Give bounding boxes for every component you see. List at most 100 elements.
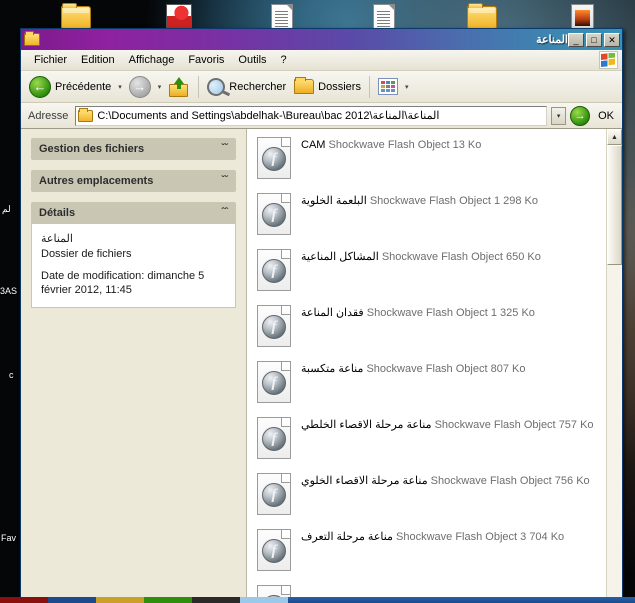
- close-button[interactable]: ✕: [604, 32, 620, 47]
- list-item[interactable]: f مناعة متكسبة Shockwave Flash Object 80…: [255, 359, 606, 415]
- toolbar-separator-2: [368, 75, 370, 98]
- flash-file-icon: f: [257, 305, 291, 347]
- list-item[interactable]: f البلعمة الخلوية Shockwave Flash Object…: [255, 191, 606, 247]
- address-dropdown-button[interactable]: ▾: [551, 106, 567, 125]
- menu-item-favoris[interactable]: Favoris: [181, 52, 231, 68]
- file-type: Shockwave Flash Object: [328, 139, 450, 151]
- task-pane-sidebar: Gestion des fichiers ˇˇ Autres emplaceme…: [21, 129, 246, 597]
- flash-logo-glyph: f: [262, 203, 286, 227]
- desktop-edge-label-2: 3AS: [0, 286, 18, 296]
- file-size: 13 Ko: [452, 139, 482, 151]
- desktop-edge-label-1: لم: [2, 204, 11, 214]
- file-size: 807 Ko: [490, 363, 526, 375]
- panel-gestion-des-fichiers[interactable]: Gestion des fichiers ˇˇ: [31, 138, 236, 160]
- views-button[interactable]: [374, 74, 402, 100]
- file-meta: مناعة مرحلة الاقصاء الخلوي Shockwave Fla…: [301, 473, 590, 488]
- scroll-up-icon: ▲: [611, 133, 618, 141]
- taskbar-item[interactable]: [96, 597, 144, 603]
- list-item[interactable]: f المشاكل المناعية Shockwave Flash Objec…: [255, 247, 606, 303]
- list-item[interactable]: f: [255, 583, 606, 597]
- scroll-up-button[interactable]: ▲: [607, 129, 622, 145]
- file-name: المشاكل المناعية: [301, 251, 379, 263]
- scrollbar-thumb[interactable]: [607, 145, 622, 265]
- up-button[interactable]: [164, 74, 194, 100]
- magnifier-icon: [204, 74, 228, 99]
- menu-item-help[interactable]: ?: [274, 52, 294, 68]
- menu-item-outils[interactable]: Outils: [231, 52, 273, 68]
- flash-logo-glyph: f: [262, 483, 286, 507]
- back-button[interactable]: ← Précédente: [25, 74, 115, 100]
- flash-logo-glyph: f: [262, 259, 286, 283]
- ok-button[interactable]: OK: [594, 110, 618, 122]
- search-button[interactable]: Rechercher: [203, 74, 290, 100]
- back-arrow-icon: ←: [29, 75, 51, 98]
- menu-item-edition[interactable]: Edition: [74, 52, 122, 68]
- panel-title: Gestion des fichiers: [39, 143, 145, 155]
- taskbar-item[interactable]: [240, 597, 288, 603]
- search-label: Rechercher: [229, 80, 287, 93]
- back-dropdown-caret-icon[interactable]: ▾: [118, 83, 122, 91]
- flash-logo-glyph: f: [262, 427, 286, 451]
- up-folder-icon: [168, 76, 190, 97]
- file-type: Shockwave Flash Object: [430, 475, 552, 487]
- list-item[interactable]: f مناعة مرحلة الاقصاء الخلوي Shockwave F…: [255, 471, 606, 527]
- scrollbar-track[interactable]: [607, 145, 622, 597]
- file-size: 3 704 Ko: [520, 531, 565, 543]
- close-icon: ✕: [608, 34, 616, 45]
- panel-header[interactable]: Autres emplacements ˇˇ: [31, 170, 236, 192]
- panel-title: Autres emplacements: [39, 175, 154, 187]
- file-meta: المشاكل المناعية Shockwave Flash Object …: [301, 249, 541, 264]
- taskbar-item[interactable]: [192, 597, 240, 603]
- menu-bar: Fichier Edition Affichage Favoris Outils…: [21, 50, 622, 71]
- file-meta: فقدان المناعة Shockwave Flash Object 1 3…: [301, 305, 535, 320]
- file-name: فقدان المناعة: [301, 307, 364, 319]
- menu-item-affichage[interactable]: Affichage: [122, 52, 182, 68]
- list-item[interactable]: f فقدان المناعة Shockwave Flash Object 1…: [255, 303, 606, 359]
- chevron-down-icon[interactable]: ˇˇ: [221, 176, 228, 186]
- details-spacer: [41, 261, 226, 269]
- file-list[interactable]: f CAM Shockwave Flash Object 13 Ko f الب…: [247, 129, 606, 597]
- panel-autres-emplacements[interactable]: Autres emplacements ˇˇ: [31, 170, 236, 192]
- panel-details[interactable]: Détails ˆˆ المناعة Dossier de fichiers D…: [31, 202, 236, 308]
- flash-logo-glyph: f: [262, 147, 286, 171]
- flash-file-icon: f: [257, 249, 291, 291]
- chevron-down-icon: ▾: [556, 112, 561, 120]
- file-size: 650 Ko: [505, 251, 541, 263]
- address-input[interactable]: C:\Documents and Settings\abdelhak-\Bure…: [75, 105, 548, 126]
- forward-dropdown-caret-icon[interactable]: ▾: [158, 83, 162, 91]
- taskbar-item[interactable]: [144, 597, 192, 603]
- views-dropdown-caret-icon[interactable]: ▾: [405, 83, 409, 91]
- windows-flag-svg: [601, 53, 615, 67]
- views-icon: [377, 78, 398, 95]
- file-name: CAM: [301, 139, 326, 151]
- menu-item-fichier[interactable]: Fichier: [27, 52, 74, 68]
- file-name: مناعة متكسبة: [301, 363, 364, 375]
- taskbar[interactable]: [0, 597, 635, 603]
- chevron-down-icon[interactable]: ˇˇ: [221, 144, 228, 154]
- go-button[interactable]: →: [570, 105, 591, 126]
- desktop-edge-label-3: c: [9, 370, 14, 380]
- list-item[interactable]: f مناعة مرحلة التعرف Shockwave Flash Obj…: [255, 527, 606, 583]
- maximize-button[interactable]: □: [586, 32, 602, 47]
- minimize-button[interactable]: _: [568, 32, 584, 47]
- desktop-edge-label-4: Fav: [1, 533, 17, 543]
- flash-file-icon: f: [257, 585, 291, 597]
- details-content: المناعة Dossier de fichiers Date de modi…: [31, 224, 236, 308]
- chevron-up-icon[interactable]: ˆˆ: [221, 208, 228, 218]
- details-folder-name: المناعة: [41, 233, 73, 245]
- folders-button[interactable]: Dossiers: [290, 74, 365, 100]
- taskbar-item[interactable]: [48, 597, 96, 603]
- windows-logo-icon: [599, 51, 618, 69]
- flash-file-icon: f: [257, 417, 291, 459]
- maximize-icon: □: [591, 34, 597, 45]
- forward-button[interactable]: →: [125, 74, 155, 100]
- vertical-scrollbar[interactable]: ▲: [606, 129, 622, 597]
- list-item[interactable]: f CAM Shockwave Flash Object 13 Ko: [255, 135, 606, 191]
- file-meta: مناعة مرحلة الاقصاء الخلطي Shockwave Fla…: [301, 417, 594, 432]
- list-item[interactable]: f مناعة مرحلة الاقصاء الخلطي Shockwave F…: [255, 415, 606, 471]
- window-titlebar[interactable]: المناعة _ □ ✕: [21, 29, 622, 50]
- panel-header[interactable]: Gestion des fichiers ˇˇ: [31, 138, 236, 160]
- file-size: 757 Ko: [558, 419, 594, 431]
- taskbar-item[interactable]: [0, 597, 48, 603]
- panel-header[interactable]: Détails ˆˆ: [31, 202, 236, 224]
